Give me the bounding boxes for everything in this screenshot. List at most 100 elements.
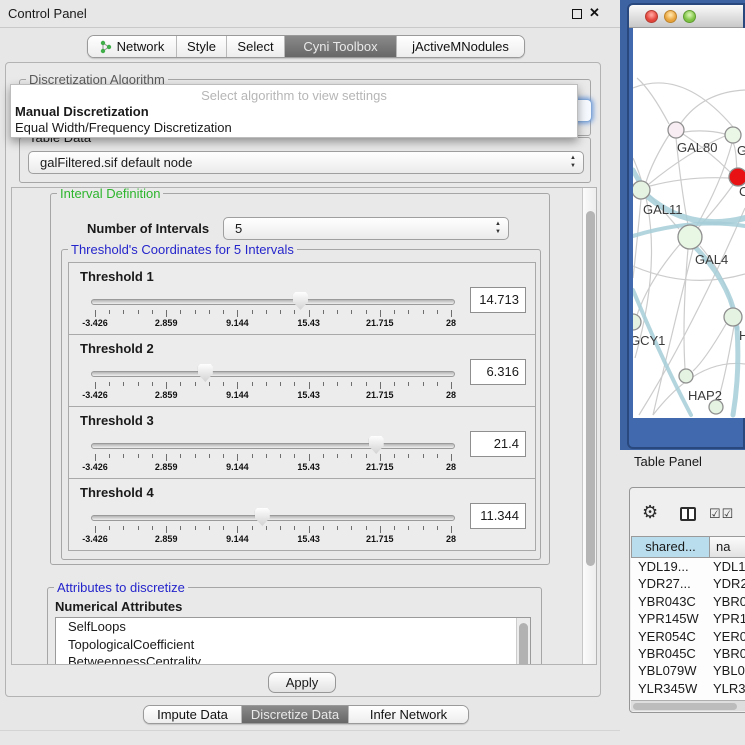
network-view-window[interactable]: GAL80GACGAL11GAL4GCY1HHAP2 bbox=[627, 3, 745, 449]
threshold-slider-track[interactable] bbox=[91, 515, 455, 521]
tick-mark bbox=[366, 526, 367, 530]
tab-cyni-toolbox[interactable]: Cyni Toolbox bbox=[284, 36, 396, 57]
tick-mark bbox=[237, 526, 238, 533]
threshold-slider-handle[interactable] bbox=[255, 508, 270, 526]
table-body: YDL19...YDL1YDR27...YDR2YBR043CYBR0YPR14… bbox=[631, 558, 745, 700]
algorithm-dropdown-popup: Select algorithm to view settings Manual… bbox=[10, 84, 578, 138]
table-row[interactable]: YBL079WYBL0 bbox=[631, 662, 745, 679]
tab-select[interactable]: Select bbox=[226, 36, 284, 57]
tick-mark bbox=[380, 454, 381, 461]
table-row[interactable]: YLR345WYLR3 bbox=[631, 680, 745, 697]
tab-jactivemnodules[interactable]: jActiveMNodules bbox=[396, 36, 524, 57]
network-node-gal4[interactable] bbox=[678, 225, 702, 249]
scrollbar-thumb[interactable] bbox=[633, 703, 737, 710]
close-icon[interactable]: ✕ bbox=[589, 5, 600, 21]
table-horizontal-scrollbar[interactable] bbox=[631, 700, 745, 711]
tick-mark bbox=[237, 310, 238, 317]
number-of-intervals-combobox[interactable]: 5 ▲▼ bbox=[223, 217, 509, 240]
threshold-label: Threshold 4 bbox=[80, 485, 154, 500]
apply-button[interactable]: Apply bbox=[268, 672, 336, 693]
threshold-value-field[interactable]: 11.344 bbox=[470, 503, 526, 529]
network-edge[interactable] bbox=[684, 249, 688, 369]
table-row[interactable]: YBR045CYBR0 bbox=[631, 645, 745, 662]
cell-shared-name: YLR345W bbox=[631, 680, 709, 697]
network-edge[interactable] bbox=[693, 324, 726, 371]
network-edge[interactable] bbox=[696, 143, 732, 227]
table-row[interactable]: YBR043CYBR0 bbox=[631, 593, 745, 610]
attribute-item[interactable]: SelfLoops bbox=[56, 618, 530, 636]
numerical-attributes-list[interactable]: SelfLoopsTopologicalCoefficientBetweenne… bbox=[55, 617, 531, 665]
threshold-value-field[interactable]: 21.4 bbox=[470, 431, 526, 457]
threshold-value-field[interactable]: 14.713 bbox=[470, 287, 526, 313]
attribute-item[interactable]: BetweennessCentrality bbox=[56, 653, 530, 665]
dropdown-option-manual-discretization[interactable]: Manual Discretization bbox=[15, 104, 149, 119]
network-edge-highlighted[interactable] bbox=[733, 328, 738, 415]
number-of-intervals-label: Number of Intervals bbox=[87, 221, 209, 236]
network-icon bbox=[100, 40, 113, 54]
threshold-slider-track[interactable] bbox=[91, 443, 455, 449]
threshold-slider-ticks: -3.4262.8599.14415.4321.71528 bbox=[69, 382, 535, 404]
tab-infer-network[interactable]: Infer Network bbox=[348, 706, 468, 723]
table-row[interactable]: YDR27...YDR2 bbox=[631, 575, 745, 592]
tab-label: Impute Data bbox=[157, 707, 228, 722]
tick-mark bbox=[408, 310, 409, 314]
column-header-shared-name[interactable]: shared... bbox=[631, 536, 710, 558]
network-node-gal80[interactable] bbox=[668, 122, 684, 138]
select-columns-checkboxes-icon[interactable]: ☑☑ bbox=[709, 506, 734, 522]
tick-mark bbox=[166, 310, 167, 317]
network-edge[interactable] bbox=[653, 249, 693, 415]
network-node-hap2[interactable] bbox=[679, 369, 693, 383]
threshold-value-field[interactable]: 6.316 bbox=[470, 359, 526, 385]
network-edge[interactable] bbox=[684, 131, 725, 134]
tab-style[interactable]: Style bbox=[176, 36, 226, 57]
threshold-slider-handle[interactable] bbox=[369, 436, 384, 454]
network-edge-highlighted[interactable] bbox=[633, 290, 691, 415]
combobox-value: 5 bbox=[235, 218, 242, 239]
network-window-titlebar[interactable] bbox=[629, 5, 743, 28]
threshold-slider-handle[interactable] bbox=[293, 292, 308, 310]
table-data-combobox[interactable]: galFiltered.sif default node ▲▼ bbox=[28, 151, 584, 174]
network-node-gcy1[interactable] bbox=[633, 314, 641, 330]
network-node-gal11[interactable] bbox=[633, 181, 650, 199]
network-edge[interactable] bbox=[633, 199, 641, 278]
cell-name: YBR0 bbox=[709, 594, 745, 609]
mac-zoom-button[interactable] bbox=[683, 10, 696, 23]
mac-minimize-button[interactable] bbox=[664, 10, 677, 23]
dropdown-option-equal-width-frequency[interactable]: Equal Width/Frequency Discretization bbox=[15, 120, 232, 135]
table-row[interactable]: YDL19...YDL1 bbox=[631, 558, 745, 575]
network-edge[interactable] bbox=[646, 135, 669, 182]
tick-mark bbox=[351, 310, 352, 314]
network-node-label: GCY1 bbox=[633, 333, 665, 348]
threshold-slider-track[interactable] bbox=[91, 299, 455, 305]
network-node-ga[interactable] bbox=[725, 127, 741, 143]
scrollbar-thumb[interactable] bbox=[519, 623, 528, 665]
tick-mark bbox=[95, 310, 96, 317]
scrollbar-thumb[interactable] bbox=[586, 211, 595, 566]
table-row[interactable]: YPR145WYPR1 bbox=[631, 610, 745, 627]
stepper-arrows-icon: ▲▼ bbox=[570, 154, 576, 170]
threshold-slider-handle[interactable] bbox=[198, 364, 213, 382]
group-label: Interval Definition bbox=[57, 187, 163, 201]
attribute-item[interactable]: TopologicalCoefficient bbox=[56, 636, 530, 654]
column-header-name[interactable]: na bbox=[709, 536, 745, 558]
network-node-h[interactable] bbox=[724, 308, 742, 326]
tab-impute-data[interactable]: Impute Data bbox=[144, 706, 241, 723]
network-canvas[interactable]: GAL80GACGAL11GAL4GCY1HHAP2 bbox=[633, 28, 745, 418]
tick-mark bbox=[95, 526, 96, 533]
network-edge[interactable] bbox=[637, 243, 681, 315]
network-node[interactable] bbox=[709, 400, 723, 414]
float-window-icon[interactable] bbox=[572, 9, 582, 19]
tick-mark bbox=[266, 310, 267, 314]
attributes-scrollbar[interactable] bbox=[516, 618, 530, 665]
mac-close-button[interactable] bbox=[645, 10, 658, 23]
network-canvas-svg: GAL80GACGAL11GAL4GCY1HHAP2 bbox=[633, 28, 745, 418]
settings-vertical-scrollbar[interactable] bbox=[582, 188, 597, 665]
threshold-slider-track[interactable] bbox=[91, 371, 455, 377]
threshold-slider-ticks: -3.4262.8599.14415.4321.71528 bbox=[69, 310, 535, 332]
tab-label: Network bbox=[117, 39, 165, 54]
table-row[interactable]: YER054CYER0 bbox=[631, 628, 745, 645]
split-table-icon[interactable] bbox=[680, 507, 696, 521]
tab-discretize-data[interactable]: Discretize Data bbox=[241, 706, 348, 723]
gear-icon[interactable]: ⚙ bbox=[642, 502, 658, 523]
tab-network[interactable]: Network bbox=[88, 36, 176, 57]
